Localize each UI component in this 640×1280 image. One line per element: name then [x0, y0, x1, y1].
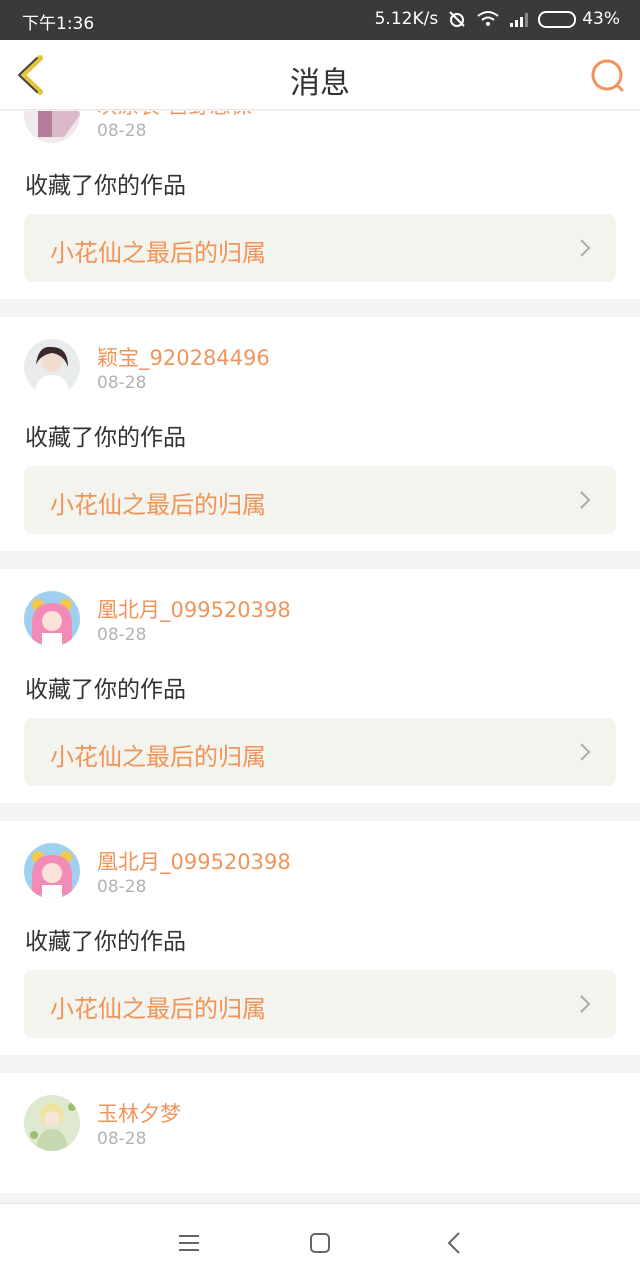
work-link[interactable]: 小花仙之最后的归属 — [24, 214, 616, 282]
network-speed: 5.12K/s — [374, 9, 439, 29]
message-date: 08-28 — [97, 877, 147, 897]
message-text: 收藏了你的作品 — [25, 677, 186, 703]
status-bar: 下午1:36 5.12K/s 43% — [0, 0, 640, 40]
wifi-icon — [477, 11, 499, 26]
work-link[interactable]: 小花仙之最后的归属 — [24, 970, 616, 1038]
work-title: 小花仙之最后的归属 — [50, 995, 266, 1023]
page-title: 消息 — [290, 66, 350, 101]
chevron-right-icon — [580, 995, 591, 1013]
back-icon[interactable] — [440, 1228, 470, 1258]
menu-icon[interactable] — [174, 1228, 204, 1258]
message-text: 收藏了你的作品 — [25, 173, 186, 199]
message-date: 08-28 — [97, 121, 147, 141]
avatar[interactable] — [24, 843, 80, 899]
user-name[interactable]: 灰原哀-宫野志保 — [97, 111, 252, 120]
app-header: 消息 — [0, 40, 640, 110]
message-date: 08-28 — [97, 1129, 147, 1149]
battery: 43% — [538, 9, 620, 29]
work-link[interactable]: 小花仙之最后的归属 — [24, 718, 616, 786]
system-nav-bar — [0, 1203, 640, 1280]
message-item: 灰原哀-宫野志保 08-28 收藏了你的作品 小花仙之最后的归属 — [0, 111, 640, 299]
work-title: 小花仙之最后的归属 — [50, 491, 266, 519]
battery-percent: 43% — [582, 9, 620, 29]
home-icon[interactable] — [305, 1228, 335, 1258]
search-icon[interactable] — [588, 56, 626, 94]
status-icons: 5.12K/s 43% — [375, 9, 620, 29]
work-title: 小花仙之最后的归属 — [50, 239, 266, 267]
avatar[interactable] — [24, 1095, 80, 1151]
message-date: 08-28 — [97, 373, 147, 393]
message-item: 玉林夕梦 08-28 — [0, 1073, 640, 1193]
message-list[interactable]: 灰原哀-宫野志保 08-28 收藏了你的作品 小花仙之最后的归属 颖宝_9202… — [0, 111, 640, 1203]
chevron-right-icon — [580, 743, 591, 761]
avatar[interactable] — [24, 591, 80, 647]
battery-icon — [538, 10, 577, 28]
avatar[interactable] — [24, 111, 80, 143]
chevron-right-icon — [580, 491, 591, 509]
message-item: 凰北月_099520398 08-28 收藏了你的作品 小花仙之最后的归属 — [0, 569, 640, 803]
avatar[interactable] — [24, 339, 80, 395]
user-name[interactable]: 凰北月_099520398 — [97, 846, 291, 876]
message-text: 收藏了你的作品 — [25, 929, 186, 955]
message-item: 凰北月_099520398 08-28 收藏了你的作品 小花仙之最后的归属 — [0, 821, 640, 1055]
user-name[interactable]: 颖宝_920284496 — [97, 342, 270, 372]
user-name[interactable]: 玉林夕梦 — [97, 1098, 181, 1128]
alarm-off-icon — [449, 11, 465, 27]
message-date: 08-28 — [97, 625, 147, 645]
user-name[interactable]: 凰北月_099520398 — [97, 594, 291, 624]
chevron-right-icon — [580, 239, 591, 257]
work-link[interactable]: 小花仙之最后的归属 — [24, 466, 616, 534]
signal-icon — [510, 13, 529, 27]
status-time: 下午1:36 — [22, 14, 95, 34]
message-item: 颖宝_920284496 08-28 收藏了你的作品 小花仙之最后的归属 — [0, 317, 640, 551]
work-title: 小花仙之最后的归属 — [50, 743, 266, 771]
message-text: 收藏了你的作品 — [25, 425, 186, 451]
